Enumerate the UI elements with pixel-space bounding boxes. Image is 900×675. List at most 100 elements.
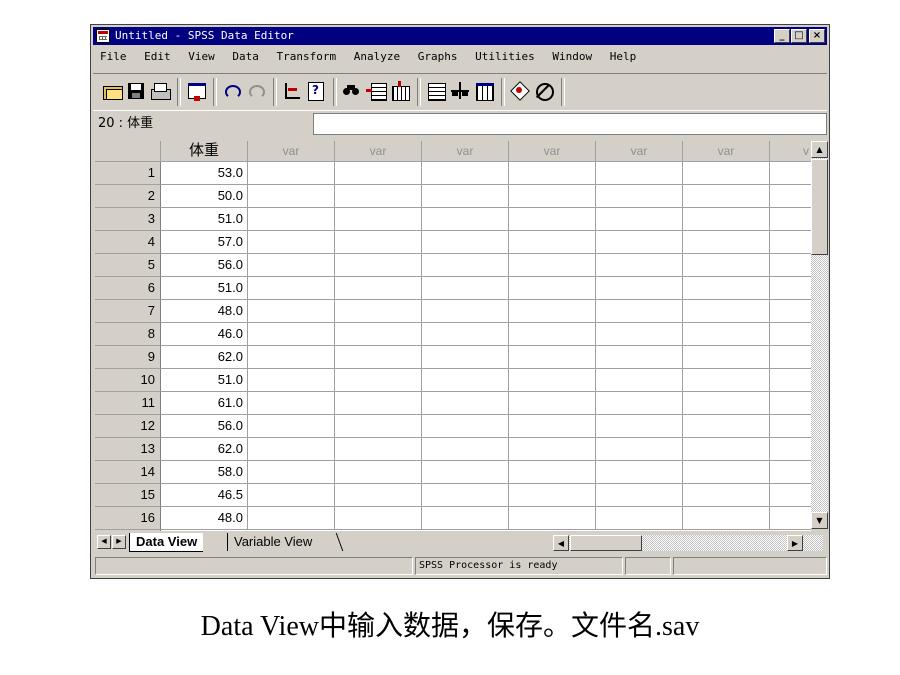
empty-cell[interactable] bbox=[683, 323, 770, 346]
empty-cell[interactable] bbox=[248, 254, 335, 277]
empty-cell[interactable] bbox=[683, 438, 770, 461]
empty-cell[interactable] bbox=[422, 300, 509, 323]
empty-cell[interactable] bbox=[422, 438, 509, 461]
empty-cell[interactable] bbox=[422, 208, 509, 231]
empty-cell[interactable] bbox=[770, 507, 811, 530]
column-header[interactable]: var bbox=[248, 141, 335, 162]
empty-cell[interactable] bbox=[509, 415, 596, 438]
empty-cell[interactable] bbox=[248, 484, 335, 507]
empty-cell[interactable] bbox=[509, 162, 596, 185]
empty-cell[interactable] bbox=[335, 392, 422, 415]
vertical-scroll-thumb[interactable] bbox=[811, 159, 828, 255]
empty-cell[interactable] bbox=[335, 323, 422, 346]
menu-view[interactable]: View bbox=[188, 50, 215, 63]
tab-next-icon[interactable]: ▶ bbox=[112, 535, 126, 549]
empty-cell[interactable] bbox=[509, 300, 596, 323]
empty-cell[interactable] bbox=[770, 185, 811, 208]
row-header[interactable]: 5 bbox=[95, 254, 161, 277]
menu-analyze[interactable]: Analyze bbox=[354, 50, 400, 63]
empty-cell[interactable] bbox=[335, 369, 422, 392]
empty-cell[interactable] bbox=[422, 231, 509, 254]
row-header[interactable]: 11 bbox=[95, 392, 161, 415]
menu-window[interactable]: Window bbox=[552, 50, 592, 63]
empty-cell[interactable] bbox=[770, 461, 811, 484]
empty-cell[interactable] bbox=[248, 231, 335, 254]
empty-cell[interactable] bbox=[335, 208, 422, 231]
empty-cell[interactable] bbox=[770, 438, 811, 461]
empty-cell[interactable] bbox=[335, 277, 422, 300]
empty-cell[interactable] bbox=[596, 346, 683, 369]
empty-cell[interactable] bbox=[683, 254, 770, 277]
empty-cell[interactable] bbox=[335, 185, 422, 208]
empty-cell[interactable] bbox=[248, 208, 335, 231]
empty-cell[interactable] bbox=[770, 300, 811, 323]
data-cell[interactable]: 50.0 bbox=[161, 185, 248, 208]
empty-cell[interactable] bbox=[596, 185, 683, 208]
empty-cell[interactable] bbox=[683, 185, 770, 208]
print-icon[interactable] bbox=[149, 80, 171, 102]
empty-cell[interactable] bbox=[509, 254, 596, 277]
empty-cell[interactable] bbox=[422, 346, 509, 369]
empty-cell[interactable] bbox=[509, 461, 596, 484]
data-cell[interactable]: 51.0 bbox=[161, 208, 248, 231]
empty-cell[interactable] bbox=[683, 392, 770, 415]
column-header[interactable]: var bbox=[596, 141, 683, 162]
row-header[interactable]: 10 bbox=[95, 369, 161, 392]
grid-corner[interactable] bbox=[95, 141, 161, 162]
data-cell[interactable]: 51.0 bbox=[161, 369, 248, 392]
empty-cell[interactable] bbox=[683, 231, 770, 254]
empty-cell[interactable] bbox=[683, 507, 770, 530]
empty-cell[interactable] bbox=[770, 231, 811, 254]
empty-cell[interactable] bbox=[248, 392, 335, 415]
scroll-up-icon[interactable]: ▲ bbox=[811, 141, 828, 158]
column-header[interactable]: v bbox=[770, 141, 811, 162]
empty-cell[interactable] bbox=[596, 461, 683, 484]
insert-variable-icon[interactable] bbox=[389, 80, 411, 102]
row-header[interactable] bbox=[95, 530, 161, 531]
data-cell[interactable]: 61.0 bbox=[161, 392, 248, 415]
empty-cell[interactable] bbox=[509, 438, 596, 461]
empty-cell[interactable] bbox=[335, 507, 422, 530]
menu-file[interactable]: File bbox=[100, 50, 127, 63]
empty-cell[interactable] bbox=[248, 369, 335, 392]
empty-cell[interactable] bbox=[335, 438, 422, 461]
empty-cell[interactable] bbox=[596, 254, 683, 277]
data-cell[interactable]: 53.0 bbox=[161, 162, 248, 185]
row-header[interactable]: 6 bbox=[95, 277, 161, 300]
row-header[interactable]: 4 bbox=[95, 231, 161, 254]
row-header[interactable]: 12 bbox=[95, 415, 161, 438]
column-header[interactable]: var bbox=[422, 141, 509, 162]
empty-cell[interactable] bbox=[422, 185, 509, 208]
empty-cell[interactable] bbox=[335, 231, 422, 254]
empty-cell[interactable] bbox=[509, 346, 596, 369]
empty-cell[interactable] bbox=[509, 208, 596, 231]
empty-cell[interactable] bbox=[248, 185, 335, 208]
empty-cell[interactable] bbox=[770, 254, 811, 277]
row-header[interactable]: 16 bbox=[95, 507, 161, 530]
empty-cell[interactable] bbox=[248, 300, 335, 323]
empty-cell[interactable] bbox=[683, 461, 770, 484]
menu-transform[interactable]: Transform bbox=[277, 50, 337, 63]
empty-cell[interactable] bbox=[596, 484, 683, 507]
menu-graphs[interactable]: Graphs bbox=[418, 50, 458, 63]
tab-variable-view[interactable]: Variable View bbox=[227, 533, 318, 551]
empty-cell[interactable] bbox=[509, 323, 596, 346]
empty-cell[interactable] bbox=[335, 484, 422, 507]
empty-cell[interactable] bbox=[335, 300, 422, 323]
menu-data[interactable]: Data bbox=[232, 50, 259, 63]
horizontal-scroll-thumb[interactable] bbox=[570, 535, 642, 551]
insert-case-icon[interactable] bbox=[365, 80, 387, 102]
empty-cell[interactable] bbox=[596, 300, 683, 323]
empty-cell[interactable] bbox=[422, 484, 509, 507]
cell-editor-input[interactable] bbox=[313, 113, 827, 135]
empty-cell[interactable] bbox=[770, 277, 811, 300]
empty-cell[interactable] bbox=[248, 507, 335, 530]
empty-cell[interactable] bbox=[248, 162, 335, 185]
empty-cell[interactable] bbox=[422, 323, 509, 346]
tab-prev-icon[interactable]: ◀ bbox=[97, 535, 111, 549]
empty-cell[interactable] bbox=[422, 254, 509, 277]
title-bar[interactable]: Untitled - SPSS Data Editor _ □ × bbox=[93, 27, 827, 45]
empty-cell[interactable] bbox=[248, 323, 335, 346]
empty-cell[interactable] bbox=[683, 162, 770, 185]
empty-cell[interactable] bbox=[509, 507, 596, 530]
